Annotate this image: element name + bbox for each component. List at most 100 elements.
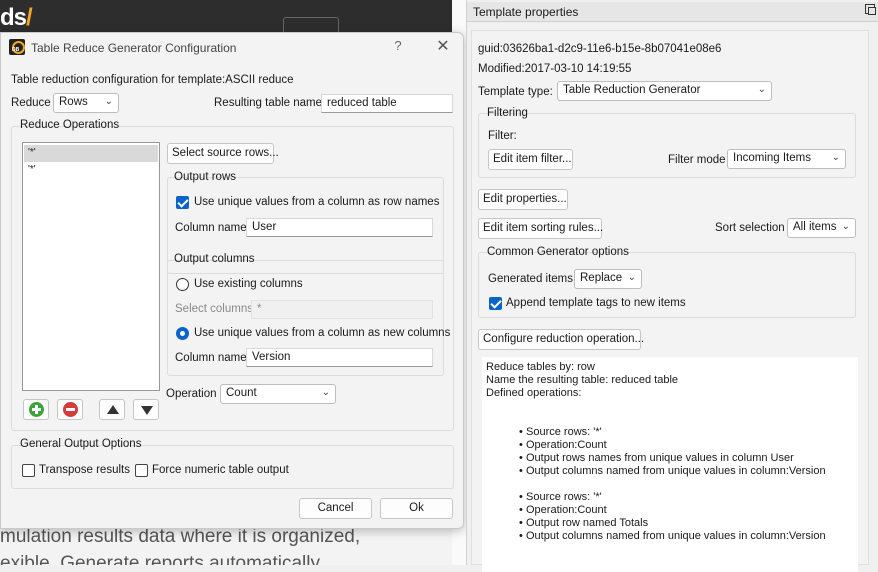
operation-select[interactable]: Count ⌄ — [220, 384, 336, 404]
filtering-title: Filtering — [487, 107, 528, 119]
list-item[interactable]: '*' — [24, 162, 158, 179]
columns-column-name-label: Column name — [175, 352, 247, 364]
operation-1-list: Source rows: '*' Operation:Count Output … — [486, 426, 854, 478]
edit-properties-button[interactable]: Edit properties... — [478, 189, 568, 210]
general-output-title: General Output Options — [20, 438, 142, 450]
float-window-icon[interactable] — [865, 4, 876, 15]
operation-summary: Reduce tables by: row Name the resulting… — [482, 357, 858, 572]
list-item: Source rows: '*' — [486, 491, 854, 504]
append-tags-checkbox[interactable] — [489, 297, 502, 310]
summary-line: Defined operations: — [486, 387, 582, 399]
use-unique-columns-label: Use unique values from a column as new c… — [194, 327, 451, 339]
operation-label: Operation — [166, 388, 217, 400]
config-description: Table reduction configuration for templa… — [11, 74, 294, 86]
generated-items-label: Generated items — [488, 273, 574, 285]
panel-title: Template properties — [473, 5, 579, 19]
output-rows-title: Output rows — [174, 171, 236, 183]
list-item[interactable]: '*' — [24, 145, 158, 162]
chevron-down-icon: ⌄ — [831, 152, 840, 163]
select-columns-label: Select columns — [175, 303, 253, 315]
list-item: Operation:Count — [486, 504, 854, 517]
filter-label: Filter: — [488, 130, 517, 142]
help-icon[interactable]: ? — [391, 38, 405, 53]
template-properties-panel: Template properties guid:03626ba1-d2c9-1… — [466, 0, 878, 572]
chevron-down-icon: ⌄ — [321, 387, 330, 398]
append-tags-label: Append template tags to new items — [506, 297, 686, 309]
configure-reduction-button[interactable]: Configure reduction operation... — [478, 329, 644, 350]
guid-text: guid:03626ba1-d2c9-11e6-b15e-8b07041e08e… — [478, 43, 722, 55]
reduce-operations-title: Reduce Operations — [20, 119, 120, 131]
ok-button[interactable]: Ok — [380, 498, 453, 519]
common-generator-title: Common Generator options — [487, 246, 629, 258]
filter-mode-label: Filter mode — [668, 154, 726, 166]
list-item: Output columns named from unique values … — [486, 465, 854, 478]
list-item: Source rows: '*' — [486, 426, 854, 439]
background-header: ds/ — [0, 0, 452, 39]
force-numeric-label: Force numeric table output — [152, 464, 289, 476]
sort-selection-label: Sort selection — [715, 222, 785, 234]
edit-item-filter-button[interactable]: Edit item filter... — [488, 149, 573, 170]
transpose-label: Transpose results — [39, 464, 130, 476]
rows-column-name-input[interactable]: User — [246, 218, 433, 237]
background-text-line-1: mulation results data where it is organi… — [0, 526, 361, 547]
sort-selection-value: All items — [793, 221, 837, 233]
list-item: Output columns named from unique values … — [486, 530, 854, 543]
chevron-down-icon: ⌄ — [841, 221, 850, 232]
filter-mode-select[interactable]: Incoming Items ⌄ — [727, 149, 846, 169]
background-text-line-2: exible. Generate reports automatically — [0, 553, 320, 565]
list-item: Output rows names from unique values in … — [486, 452, 854, 465]
use-existing-columns-label: Use existing columns — [194, 278, 303, 290]
reduce-select-value: Rows — [59, 96, 88, 108]
chevron-down-icon: ⌄ — [104, 96, 113, 107]
add-operation-button[interactable] — [23, 399, 49, 420]
chevron-down-icon: ⌄ — [757, 84, 766, 95]
use-unique-columns-radio[interactable] — [176, 327, 189, 340]
background-logo: ds/ — [0, 4, 33, 31]
operations-list[interactable]: '*' '*' — [22, 142, 160, 391]
force-numeric-checkbox[interactable] — [135, 464, 148, 477]
dialog-title: Table Reduce Generator Configuration — [31, 41, 237, 55]
cancel-button[interactable]: Cancel — [299, 498, 372, 519]
template-type-select[interactable]: Table Reduction Generator ⌄ — [557, 81, 772, 101]
reduce-label: Reduce — [11, 97, 51, 109]
chevron-down-icon: ⌄ — [627, 272, 636, 283]
generated-items-value: Replace — [580, 272, 623, 284]
reduce-select[interactable]: Rows ⌄ — [53, 93, 119, 113]
table-reduce-dialog: Table Reduce Generator Configuration ? ✕… — [0, 32, 464, 529]
operation-select-value: Count — [226, 387, 257, 399]
transpose-checkbox[interactable] — [22, 464, 35, 477]
arrow-down-icon — [141, 406, 153, 415]
use-existing-columns-radio[interactable] — [176, 278, 189, 291]
summary-line: Reduce tables by: row — [486, 361, 595, 373]
result-name-label: Resulting table name — [214, 97, 323, 109]
dialog-titlebar[interactable]: Table Reduce Generator Configuration ? ✕ — [1, 33, 463, 63]
template-type-value: Table Reduction Generator — [563, 84, 701, 96]
generated-items-select[interactable]: Replace ⌄ — [574, 269, 642, 289]
output-columns-title: Output columns — [174, 253, 255, 265]
summary-line: Name the resulting table: reduced table — [486, 374, 679, 386]
result-name-input[interactable]: reduced table — [321, 94, 453, 113]
edit-sorting-rules-button[interactable]: Edit item sorting rules... — [478, 218, 603, 239]
minus-icon — [63, 402, 78, 417]
select-columns-input[interactable]: * — [251, 300, 433, 319]
use-unique-rows-checkbox[interactable] — [176, 196, 189, 209]
move-down-button[interactable] — [133, 399, 159, 420]
arrow-up-icon — [107, 405, 119, 414]
rows-column-name-label: Column name — [175, 222, 247, 234]
sort-selection-select[interactable]: All items ⌄ — [787, 218, 856, 238]
move-up-button[interactable] — [99, 399, 125, 420]
select-source-rows-button[interactable]: Select source rows... — [167, 143, 279, 164]
filter-mode-value: Incoming Items — [733, 152, 811, 164]
modified-text: Modified:2017-03-10 14:19:55 — [478, 63, 632, 75]
app-logo-icon — [9, 39, 25, 55]
panel-titlebar[interactable]: Template properties — [467, 2, 878, 22]
columns-column-name-input[interactable]: Version — [246, 348, 433, 367]
operation-2-list: Source rows: '*' Operation:Count Output … — [486, 491, 854, 543]
use-unique-rows-label: Use unique values from a column as row n… — [194, 196, 440, 208]
plus-icon — [29, 402, 44, 417]
remove-operation-button[interactable] — [57, 399, 83, 420]
template-type-label: Template type: — [478, 86, 553, 98]
close-icon[interactable]: ✕ — [434, 36, 452, 56]
list-item: Output row named Totals — [486, 517, 854, 530]
list-item: Operation:Count — [486, 439, 854, 452]
